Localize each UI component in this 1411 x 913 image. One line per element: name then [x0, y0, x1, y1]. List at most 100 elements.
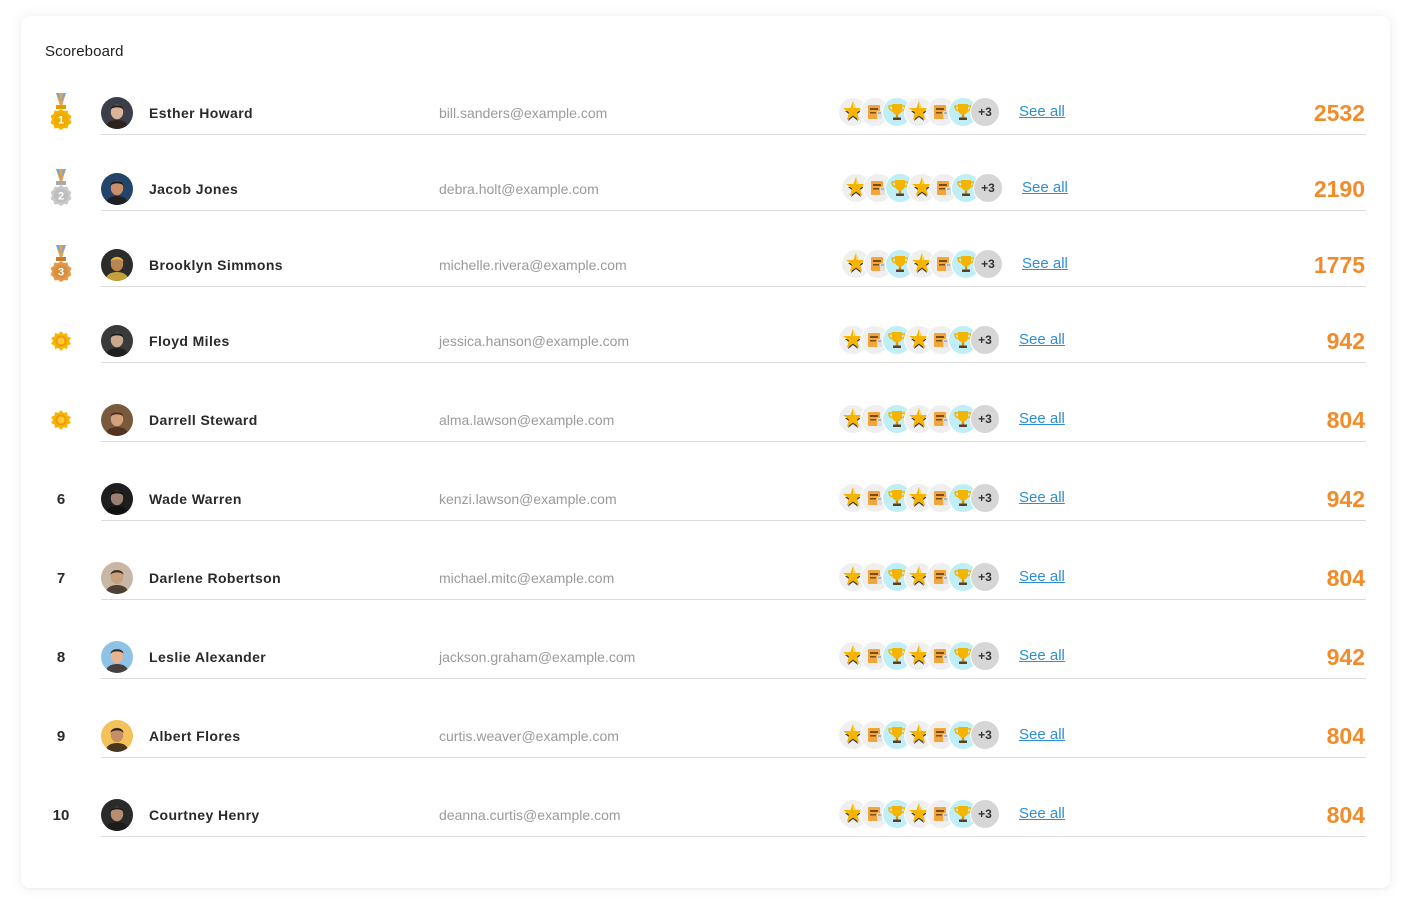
row-divider [101, 520, 1366, 521]
player-name: Esther Howard [149, 105, 253, 121]
score-value: 2532 [1313, 100, 1365, 126]
scoreboard-card: Scoreboard 1 Esther Howard bill.sanders@e… [21, 16, 1390, 888]
silver-medal-icon: 2 [45, 167, 77, 211]
avatar [101, 799, 133, 831]
svg-text:2: 2 [58, 191, 64, 203]
see-all-link[interactable]: See all [1019, 331, 1065, 348]
rank-number: 8 [45, 635, 77, 679]
rank-number: 7 [45, 556, 77, 600]
more-badges-count: +3 [973, 249, 1003, 279]
scoreboard-row: 10 Courtney Henry deanna.curtis@example.c… [21, 793, 1390, 837]
more-badges-count: +3 [970, 483, 1000, 513]
rank-number: 6 [45, 477, 77, 521]
score-value: 942 [1326, 486, 1365, 512]
scoreboard-row: 6 Wade Warren kenzi.lawson@example.com +… [21, 477, 1390, 521]
score-value: 804 [1326, 723, 1365, 749]
see-all-link[interactable]: See all [1019, 726, 1065, 743]
scoreboard-row: 2 Jacob Jones debra.holt@example.com +3 … [21, 167, 1390, 211]
player-name: Wade Warren [149, 491, 242, 507]
avatar [101, 483, 133, 515]
more-badges-count: +3 [970, 404, 1000, 434]
row-divider [101, 836, 1366, 837]
avatar [101, 173, 133, 205]
avatar [101, 641, 133, 673]
scoreboard-row: 9 Albert Flores curtis.weaver@example.com [21, 714, 1390, 758]
see-all-link[interactable]: See all [1022, 255, 1068, 272]
see-all-link[interactable]: See all [1019, 489, 1065, 506]
svg-text:3: 3 [58, 267, 64, 279]
player-email: michelle.rivera@example.com [439, 257, 627, 273]
rank-number: 9 [45, 714, 77, 758]
row-divider [101, 441, 1366, 442]
player-name: Leslie Alexander [149, 649, 267, 665]
see-all-link[interactable]: See all [1019, 647, 1065, 664]
row-divider [101, 286, 1366, 287]
more-badges-count: +3 [970, 97, 1000, 127]
score-value: 804 [1326, 565, 1365, 591]
svg-text:1: 1 [58, 115, 64, 127]
player-email: alma.lawson@example.com [439, 412, 615, 428]
score-value: 942 [1326, 328, 1365, 354]
see-all-link[interactable]: See all [1022, 179, 1068, 196]
player-name: Brooklyn Simmons [149, 257, 283, 273]
see-all-link[interactable]: See all [1019, 103, 1065, 120]
see-all-link[interactable]: See all [1019, 568, 1065, 585]
row-divider [101, 210, 1366, 211]
rank-number-text: 7 [56, 569, 66, 587]
row-divider [101, 134, 1366, 135]
row-divider [101, 757, 1366, 758]
player-name: Floyd Miles [149, 333, 230, 349]
rank-number-text: 8 [56, 648, 66, 666]
player-email: deanna.curtis@example.com [439, 807, 621, 823]
more-badges-count: +3 [970, 562, 1000, 592]
avatar [101, 249, 133, 281]
see-all-link[interactable]: See all [1019, 410, 1065, 427]
player-name: Darrell Steward [149, 412, 258, 428]
rank-number: 10 [45, 793, 77, 837]
avatar [101, 720, 133, 752]
player-name: Courtney Henry [149, 807, 260, 823]
score-value: 1775 [1313, 252, 1365, 278]
sun-badge-icon [45, 398, 77, 442]
avatar [101, 562, 133, 594]
more-badges-count: +3 [970, 799, 1000, 829]
player-name: Jacob Jones [149, 181, 239, 197]
scoreboard-row: 3 Brooklyn Simmons michelle.rivera@exampl… [21, 243, 1390, 287]
rank-number-text: 10 [52, 806, 70, 824]
score-value: 804 [1326, 407, 1365, 433]
avatar [101, 325, 133, 357]
row-divider [101, 678, 1366, 679]
player-email: debra.holt@example.com [439, 181, 599, 197]
see-all-link[interactable]: See all [1019, 805, 1065, 822]
card-title: Scoreboard [45, 43, 124, 60]
score-value: 804 [1326, 802, 1365, 828]
player-email: jessica.hanson@example.com [439, 333, 630, 349]
avatar [101, 404, 133, 436]
rank-number-text: 6 [56, 490, 66, 508]
player-name: Albert Flores [149, 728, 241, 744]
player-email: kenzi.lawson@example.com [439, 491, 617, 507]
sun-badge-icon [45, 319, 77, 363]
player-email: michael.mitc@example.com [439, 570, 615, 586]
scoreboard-row: 8 Leslie Alexander jackson.graham@example… [21, 635, 1390, 679]
avatar [101, 97, 133, 129]
more-badges-count: +3 [973, 173, 1003, 203]
more-badges-count: +3 [970, 641, 1000, 671]
bronze-medal-icon: 3 [45, 243, 77, 287]
player-email: curtis.weaver@example.com [439, 728, 619, 744]
gold-medal-icon: 1 [45, 91, 77, 135]
score-value: 942 [1326, 644, 1365, 670]
scoreboard-row: Darrell Steward alma.lawson@example.com +… [21, 398, 1390, 442]
more-badges-count: +3 [970, 720, 1000, 750]
scoreboard-row: 7 Darlene Robertson michael.mitc@example.… [21, 556, 1390, 600]
rank-number-text: 9 [56, 727, 66, 745]
scoreboard-row: 1 Esther Howard bill.sanders@example.com [21, 91, 1390, 135]
scoreboard-row: Floyd Miles jessica.hanson@example.com +3… [21, 319, 1390, 363]
player-email: jackson.graham@example.com [439, 649, 636, 665]
row-divider [101, 599, 1366, 600]
player-email: bill.sanders@example.com [439, 105, 608, 121]
player-name: Darlene Robertson [149, 570, 282, 586]
row-divider [101, 362, 1366, 363]
more-badges-count: +3 [970, 325, 1000, 355]
score-value: 2190 [1313, 176, 1365, 202]
